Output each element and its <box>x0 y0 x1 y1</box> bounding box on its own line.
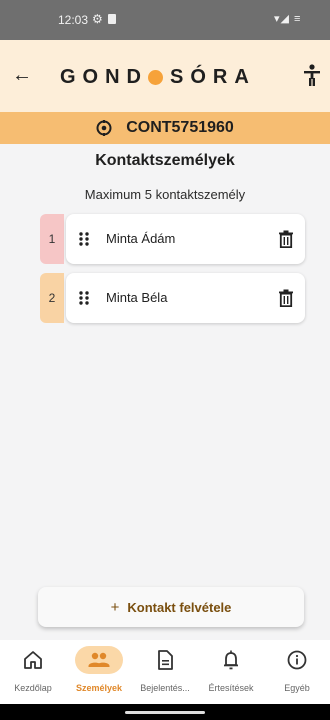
nav-item-home[interactable]: Kezdőlap <box>0 640 66 704</box>
trash-icon[interactable] <box>278 230 294 248</box>
contact-name: Minta Béla <box>106 290 168 305</box>
page-subtitle: Maximum 5 kontaktszemély <box>84 187 246 202</box>
plus-icon: + <box>110 598 120 616</box>
nav-label: Kezdőlap <box>14 683 52 693</box>
contact-row: 2 Minta Béla <box>40 273 305 323</box>
nav-item-notifications[interactable]: Értesítések <box>198 640 264 704</box>
nav-label: Bejelentés... <box>140 683 190 693</box>
trash-icon[interactable] <box>278 289 294 307</box>
accessibility-icon <box>304 64 320 86</box>
people-icon <box>88 652 110 667</box>
logo-text-left: GOND <box>60 65 148 88</box>
nav-item-people[interactable]: Személyek <box>66 640 132 704</box>
signal-battery-icon: ▾◢ ≡ <box>274 13 302 25</box>
contact-name: Minta Ádám <box>106 231 176 246</box>
nav-label: Egyéb <box>284 683 310 693</box>
nav-item-other[interactable]: Egyéb <box>264 640 330 704</box>
info-icon <box>287 650 307 670</box>
add-contact-label: Kontakt felvétele <box>127 599 232 615</box>
add-contact-button[interactable]: + Kontakt felvétele <box>38 587 304 627</box>
gesture-bar <box>0 704 330 720</box>
home-icon <box>24 651 42 669</box>
device-target-icon <box>96 120 112 136</box>
contact-card[interactable]: Minta Ádám <box>66 214 305 264</box>
nav-label: Személyek <box>75 683 123 693</box>
drag-handle-icon[interactable] <box>78 231 90 247</box>
contact-card[interactable]: Minta Béla <box>66 273 305 323</box>
logo-dot <box>148 69 163 85</box>
contact-index: 2 <box>40 273 64 323</box>
drag-handle-icon[interactable] <box>78 290 90 306</box>
arrow-left-icon: ← <box>12 64 32 86</box>
nav-label: Értesítések <box>208 683 254 693</box>
app-header: ← GOND SÓRA <box>0 40 330 112</box>
back-button[interactable]: ← <box>10 62 34 88</box>
document-icon <box>158 650 173 670</box>
bell-icon <box>224 650 238 670</box>
settings-status-icon: ⚙ <box>92 12 103 26</box>
home-gesture-handle[interactable] <box>125 711 205 714</box>
bottom-nav: Kezdőlap Személyek Bejelentés... Értesít… <box>0 640 330 704</box>
status-bar: 12:03 ⚙ ▾◢ ≡ <box>0 0 330 40</box>
app-logo: GOND SÓRA <box>60 65 256 89</box>
contact-row: 1 Minta Ádám <box>40 214 305 264</box>
logo-text-right: SÓRA <box>170 65 256 88</box>
device-bar: CONT5751960 <box>0 112 330 144</box>
contact-index: 1 <box>40 214 64 264</box>
accessibility-button[interactable] <box>300 62 324 88</box>
device-code: CONT5751960 <box>126 119 234 136</box>
page-title: Kontaktszemélyek <box>95 152 235 169</box>
sim-card-icon <box>108 14 116 24</box>
status-time: 12:03 <box>58 13 89 27</box>
nav-item-reports[interactable]: Bejelentés... <box>132 640 198 704</box>
